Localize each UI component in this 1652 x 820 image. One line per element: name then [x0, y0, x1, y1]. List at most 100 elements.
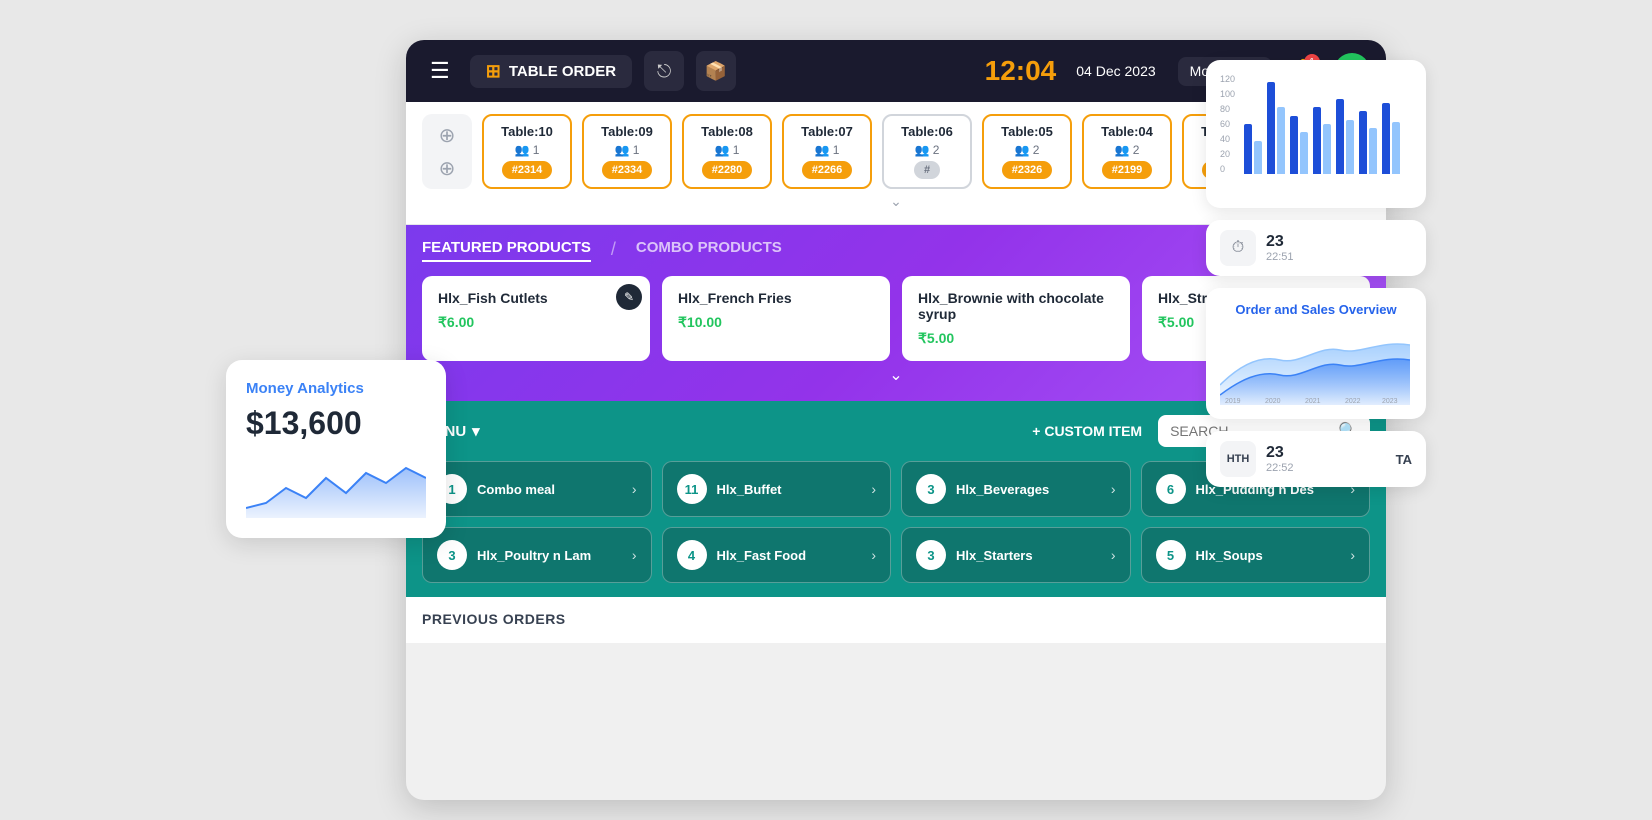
svg-text:2023: 2023: [1382, 398, 1398, 405]
bar-group-6: [1382, 103, 1400, 174]
drag-top-icon: ⊕: [439, 123, 456, 148]
table-number: Table:09: [601, 124, 653, 139]
edit-button[interactable]: ✎: [616, 284, 642, 310]
widget-1: ⏱ 23 22:51: [1206, 220, 1426, 276]
bar-light: [1300, 132, 1308, 174]
widget-2-time: 22:52: [1266, 462, 1386, 474]
table-guests: 👥 1: [715, 143, 740, 157]
bar-light: [1369, 128, 1377, 174]
svg-text:2019: 2019: [1225, 398, 1241, 405]
table-number: Table:04: [1101, 124, 1153, 139]
menu-dropdown-icon: ▾: [472, 422, 480, 440]
hamburger-button[interactable]: ☰: [422, 54, 458, 88]
menu-item-name: Hlx_Buffet: [717, 482, 862, 497]
widget-1-num: 23: [1266, 233, 1412, 251]
menu-item-name: Hlx_Soups: [1196, 548, 1341, 563]
menu-item-name: Combo meal: [477, 482, 622, 497]
money-analytics-title: Money Analytics: [246, 380, 426, 397]
y-label: 100: [1220, 89, 1235, 99]
featured-products-tab[interactable]: FEATURED PRODUCTS: [422, 239, 591, 262]
table-order-tab[interactable]: ⊞ TABLE ORDER: [470, 55, 632, 88]
product-card-1[interactable]: Hlx_French Fries ₹10.00: [662, 276, 890, 361]
combo-products-tab[interactable]: COMBO PRODUCTS: [636, 239, 782, 262]
y-label: 40: [1220, 134, 1235, 144]
product-price: ₹6.00: [438, 314, 634, 331]
table-card-table-06[interactable]: Table:06 👥 2 #: [882, 114, 972, 189]
menu-item-arrow-icon: ›: [871, 481, 876, 497]
menu-item-arrow-icon: ›: [632, 547, 637, 563]
table-guests: 👥 2: [915, 143, 940, 157]
menu-item-arrow-icon: ›: [632, 481, 637, 497]
table-number: Table:08: [701, 124, 753, 139]
custom-item-button[interactable]: + CUSTOM ITEM: [1032, 423, 1142, 439]
box-icon-btn[interactable]: 📦: [696, 51, 736, 91]
bar-light: [1254, 141, 1262, 174]
bar-light: [1346, 120, 1354, 174]
table-number: Table:05: [1001, 124, 1053, 139]
bars-area: [1244, 74, 1412, 174]
area-chart: 2019 2020 2021 2022 2023: [1220, 325, 1412, 405]
table-card-table-09[interactable]: Table:09 👥 1 #2334: [582, 114, 672, 189]
menu-item-7[interactable]: 5 Hlx_Soups ›: [1141, 527, 1371, 583]
order-badge: #2314: [502, 161, 553, 179]
bar-dark: [1244, 124, 1252, 174]
table-card-table-04[interactable]: Table:04 👥 2 #2199: [1082, 114, 1172, 189]
order-badge: #2326: [1002, 161, 1053, 179]
menu-item-name: Hlx_Starters: [956, 548, 1101, 563]
product-card-2[interactable]: Hlx_Brownie with chocolate syrup ₹5.00: [902, 276, 1130, 361]
menu-item-name: Hlx_Poultry n Lam: [477, 548, 622, 563]
y-label: 0: [1220, 164, 1235, 174]
transfer-icon-btn[interactable]: ⎋: [644, 51, 684, 91]
bar-chart-y-axis: 120100806040200: [1220, 74, 1235, 174]
menu-item-count: 3: [916, 540, 946, 570]
table-guests: 👥 2: [1015, 143, 1040, 157]
product-price: ₹10.00: [678, 314, 874, 331]
menu-item-5[interactable]: 4 Hlx_Fast Food ›: [662, 527, 892, 583]
custom-item-label: + CUSTOM ITEM: [1032, 423, 1142, 439]
menu-item-6[interactable]: 3 Hlx_Starters ›: [901, 527, 1131, 583]
menu-item-arrow-icon: ›: [1350, 547, 1355, 563]
order-sales-card: Order and Sales Overview: [1206, 288, 1426, 419]
table-number: Table:06: [901, 124, 953, 139]
menu-item-count: 11: [677, 474, 707, 504]
money-analytics-amount: $13,600: [246, 405, 426, 442]
order-badge: #2280: [702, 161, 753, 179]
drag-bottom-icon: ⊕: [439, 156, 456, 181]
widget-1-time: 22:51: [1266, 251, 1412, 263]
bar-group-1: [1267, 82, 1285, 174]
table-card-table-05[interactable]: Table:05 👥 2 #2326: [982, 114, 1072, 189]
table-guests: 👥 2: [1115, 143, 1140, 157]
y-label: 60: [1220, 119, 1235, 129]
menu-item-count: 3: [437, 540, 467, 570]
drag-handle[interactable]: ⊕ ⊕: [422, 114, 472, 189]
bar-group-3: [1313, 107, 1331, 174]
widget-2-icon: HTH: [1220, 441, 1256, 477]
bar-dark: [1290, 116, 1298, 174]
order-badge: #2334: [602, 161, 653, 179]
money-chart: [246, 458, 426, 518]
bar-dark: [1359, 111, 1367, 174]
menu-item-name: Hlx_Fast Food: [717, 548, 862, 563]
table-guests: 👥 1: [815, 143, 840, 157]
menu-item-1[interactable]: 11 Hlx_Buffet ›: [662, 461, 892, 517]
widget-2-num: 23: [1266, 444, 1386, 462]
right-panel: 120100806040200 ⏱ 23 2: [1206, 60, 1426, 487]
table-card-table-10[interactable]: Table:10 👥 1 #2314: [482, 114, 572, 189]
menu-item-arrow-icon: ›: [871, 547, 876, 563]
product-card-0[interactable]: Hlx_Fish Cutlets ₹6.00 ✎: [422, 276, 650, 361]
table-card-table-08[interactable]: Table:08 👥 1 #2280: [682, 114, 772, 189]
menu-item-2[interactable]: 3 Hlx_Beverages ›: [901, 461, 1131, 517]
product-price: ₹5.00: [918, 330, 1114, 347]
widget-2-info: 23 22:52: [1266, 444, 1386, 474]
table-card-table-07[interactable]: Table:07 👥 1 #2266: [782, 114, 872, 189]
money-analytics-card: Money Analytics $13,600: [226, 360, 446, 538]
svg-text:2021: 2021: [1305, 398, 1321, 405]
menu-item-name: Hlx_Beverages: [956, 482, 1101, 497]
menu-item-count: 6: [1156, 474, 1186, 504]
menu-item-0[interactable]: 1 Combo meal ›: [422, 461, 652, 517]
bar-chart-card: 120100806040200: [1206, 60, 1426, 208]
bar-group-0: [1244, 124, 1262, 174]
table-guests: 👥 1: [615, 143, 640, 157]
menu-item-4[interactable]: 3 Hlx_Poultry n Lam ›: [422, 527, 652, 583]
bar-dark: [1336, 99, 1344, 174]
